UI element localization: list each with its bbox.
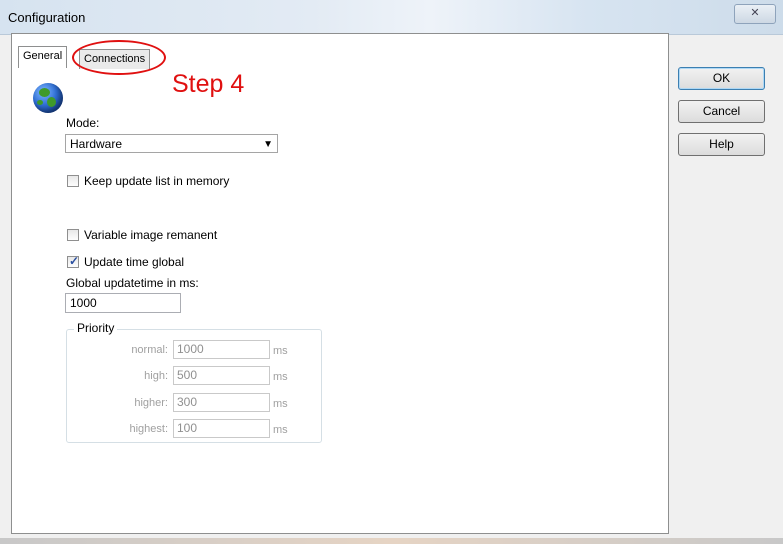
- tab-general-label: General: [23, 50, 63, 62]
- mode-label: Mode:: [66, 116, 100, 130]
- priority-higher-unit: ms: [273, 398, 288, 410]
- chevron-down-icon: ▼: [263, 139, 273, 150]
- priority-group-title: Priority: [74, 321, 118, 335]
- priority-normal-input[interactable]: 1000: [173, 340, 270, 359]
- global-updatetime-label: Global updatetime in ms:: [66, 276, 199, 290]
- update-time-global-checkbox[interactable]: ✓: [67, 254, 80, 268]
- priority-higher-input[interactable]: 300: [173, 393, 270, 412]
- help-button[interactable]: Help: [678, 133, 765, 156]
- ok-button[interactable]: OK: [678, 67, 765, 90]
- annotation-circle: [72, 40, 166, 75]
- priority-highest-label: highest:: [129, 423, 168, 435]
- cancel-button[interactable]: Cancel: [678, 100, 765, 123]
- priority-high-unit: ms: [273, 371, 288, 383]
- keep-update-checkbox[interactable]: [67, 175, 79, 187]
- close-button[interactable]: ✕: [734, 4, 776, 24]
- globe-icon: [33, 83, 63, 113]
- priority-normal-unit: ms: [273, 345, 288, 357]
- check-icon: ✓: [69, 254, 80, 268]
- update-time-global-label: Update time global: [84, 255, 185, 269]
- variable-image-label: Variable image remanent: [84, 228, 218, 242]
- mode-select[interactable]: Hardware ▼: [65, 134, 278, 153]
- window-title: Configuration: [8, 10, 86, 25]
- variable-image-checkbox[interactable]: [67, 229, 79, 241]
- mode-select-value: Hardware: [70, 137, 123, 151]
- keep-update-label: Keep update list in memory: [84, 174, 230, 188]
- priority-highest-unit: ms: [273, 424, 288, 436]
- global-updatetime-input[interactable]: 1000: [65, 293, 181, 313]
- priority-highest-input[interactable]: 100: [173, 419, 270, 438]
- priority-high-input[interactable]: 500: [173, 366, 270, 385]
- tab-general[interactable]: General: [18, 46, 68, 68]
- priority-higher-label: higher:: [134, 397, 168, 409]
- title-bar: Configuration ✕: [0, 0, 783, 35]
- annotation-step-label: Step 4: [172, 70, 245, 98]
- window-bottom-edge: [0, 538, 783, 544]
- close-icon: ✕: [750, 7, 760, 19]
- priority-high-label: high:: [144, 370, 168, 382]
- priority-normal-label: normal:: [131, 344, 168, 356]
